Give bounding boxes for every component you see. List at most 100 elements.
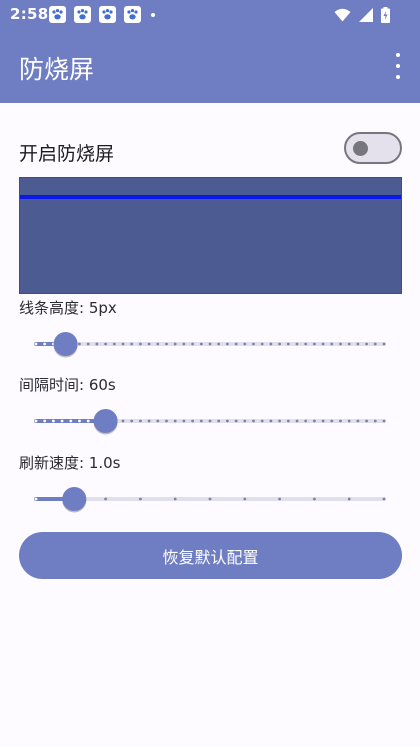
slider-tick xyxy=(208,497,212,501)
slider-tick xyxy=(173,497,177,501)
reset-default-button[interactable]: 恢复默认配置 xyxy=(19,532,402,579)
slider-tick xyxy=(217,342,221,346)
slider-thumb xyxy=(53,332,78,356)
slider-tick xyxy=(356,342,360,346)
line-height-label: 线条高度: 5px xyxy=(19,299,117,317)
slider-tick xyxy=(243,497,247,501)
slider-tick xyxy=(278,342,281,346)
slider-tick xyxy=(382,342,386,346)
slider-tick xyxy=(313,342,316,346)
switch-thumb xyxy=(353,141,368,156)
slider-tick xyxy=(382,497,386,501)
slider-tick xyxy=(252,419,255,423)
status-bar: 2:58 xyxy=(0,0,420,30)
interval-time-label: 间隔时间: 60s xyxy=(19,376,116,394)
slider-tick xyxy=(252,342,255,346)
slider-tick xyxy=(217,419,221,423)
slider-tick xyxy=(339,342,342,346)
slider-tick xyxy=(243,419,247,423)
slider-tick xyxy=(226,419,229,423)
refresh-speed-slider[interactable] xyxy=(34,479,386,519)
more-vert-icon[interactable] xyxy=(392,53,404,79)
slider-tick xyxy=(130,342,134,346)
slider-tick xyxy=(69,419,73,423)
slider-tick xyxy=(269,342,273,346)
slider-tick xyxy=(199,419,203,423)
slider-tick xyxy=(60,419,64,423)
slider-tick xyxy=(78,342,81,346)
slider-tick xyxy=(130,419,134,423)
slider-tick xyxy=(347,342,351,346)
slider-tick xyxy=(121,342,125,346)
slider-tick xyxy=(278,497,281,501)
slider-tick xyxy=(182,419,186,423)
status-time: 2:58 xyxy=(10,5,49,23)
paw-icon xyxy=(99,6,116,23)
refresh-speed-label: 刷新速度: 1.0s xyxy=(19,454,121,472)
enable-switch[interactable] xyxy=(344,132,402,164)
slider-tick xyxy=(78,419,81,423)
slider-tick xyxy=(234,342,238,346)
slider-tick xyxy=(34,419,38,423)
slider-tick xyxy=(321,419,325,423)
slider-tick xyxy=(139,342,142,346)
slider-tick xyxy=(286,419,290,423)
slider-tick xyxy=(34,342,38,346)
slider-tick xyxy=(147,419,151,423)
slider-tick xyxy=(182,342,186,346)
slider-tick xyxy=(199,342,203,346)
slider-tick xyxy=(365,419,368,423)
slider-tick xyxy=(260,342,264,346)
slider-tick xyxy=(295,419,299,423)
slider-tick xyxy=(208,419,212,423)
slider-tick xyxy=(191,342,195,346)
slider-tick xyxy=(156,342,160,346)
slider-tick xyxy=(139,419,142,423)
notification-icons xyxy=(49,6,155,23)
slider-thumb xyxy=(62,487,87,511)
paw-icon xyxy=(74,6,91,23)
slider-tick xyxy=(243,342,247,346)
paw-icon xyxy=(49,6,66,23)
slider-tick xyxy=(104,342,107,346)
app-bar: 防烧屏 xyxy=(0,30,420,103)
slider-tick xyxy=(339,419,342,423)
slider-tick xyxy=(226,342,229,346)
slider-tick xyxy=(347,497,351,501)
burn-in-preview xyxy=(19,177,402,294)
slider-tick xyxy=(86,342,90,346)
enable-row: 开启防烧屏 xyxy=(19,132,402,167)
slider-tick xyxy=(139,497,142,501)
slider-tick xyxy=(278,419,281,423)
slider-tick xyxy=(173,419,177,423)
slider-tick xyxy=(365,342,368,346)
slider-tick xyxy=(43,342,47,346)
interval-time-slider[interactable] xyxy=(34,401,386,441)
slider-tick xyxy=(208,342,212,346)
slider-tick xyxy=(234,419,238,423)
slider-tick xyxy=(147,342,151,346)
slider-thumb xyxy=(93,409,118,433)
slider-tick xyxy=(373,419,377,423)
slider-tick xyxy=(34,497,38,501)
slider-tick xyxy=(321,342,325,346)
page-title: 防烧屏 xyxy=(19,55,95,84)
slider-tick xyxy=(95,342,99,346)
slider-tick xyxy=(373,342,377,346)
slider-tick xyxy=(112,342,116,346)
wifi-icon xyxy=(334,8,351,26)
slider-tick xyxy=(260,419,264,423)
slider-tick xyxy=(191,419,195,423)
slider-tick xyxy=(347,419,351,423)
slider-tick xyxy=(304,419,308,423)
slider-tick xyxy=(304,342,308,346)
slider-tick xyxy=(356,419,360,423)
more-notifications-dot xyxy=(151,12,155,17)
paw-icon xyxy=(124,6,141,23)
slider-tick xyxy=(173,342,177,346)
slider-tick xyxy=(86,419,90,423)
line-height-slider[interactable] xyxy=(34,324,386,364)
battery-icon xyxy=(381,7,390,27)
enable-label: 开启防烧屏 xyxy=(19,143,115,165)
slider-tick xyxy=(52,419,55,423)
